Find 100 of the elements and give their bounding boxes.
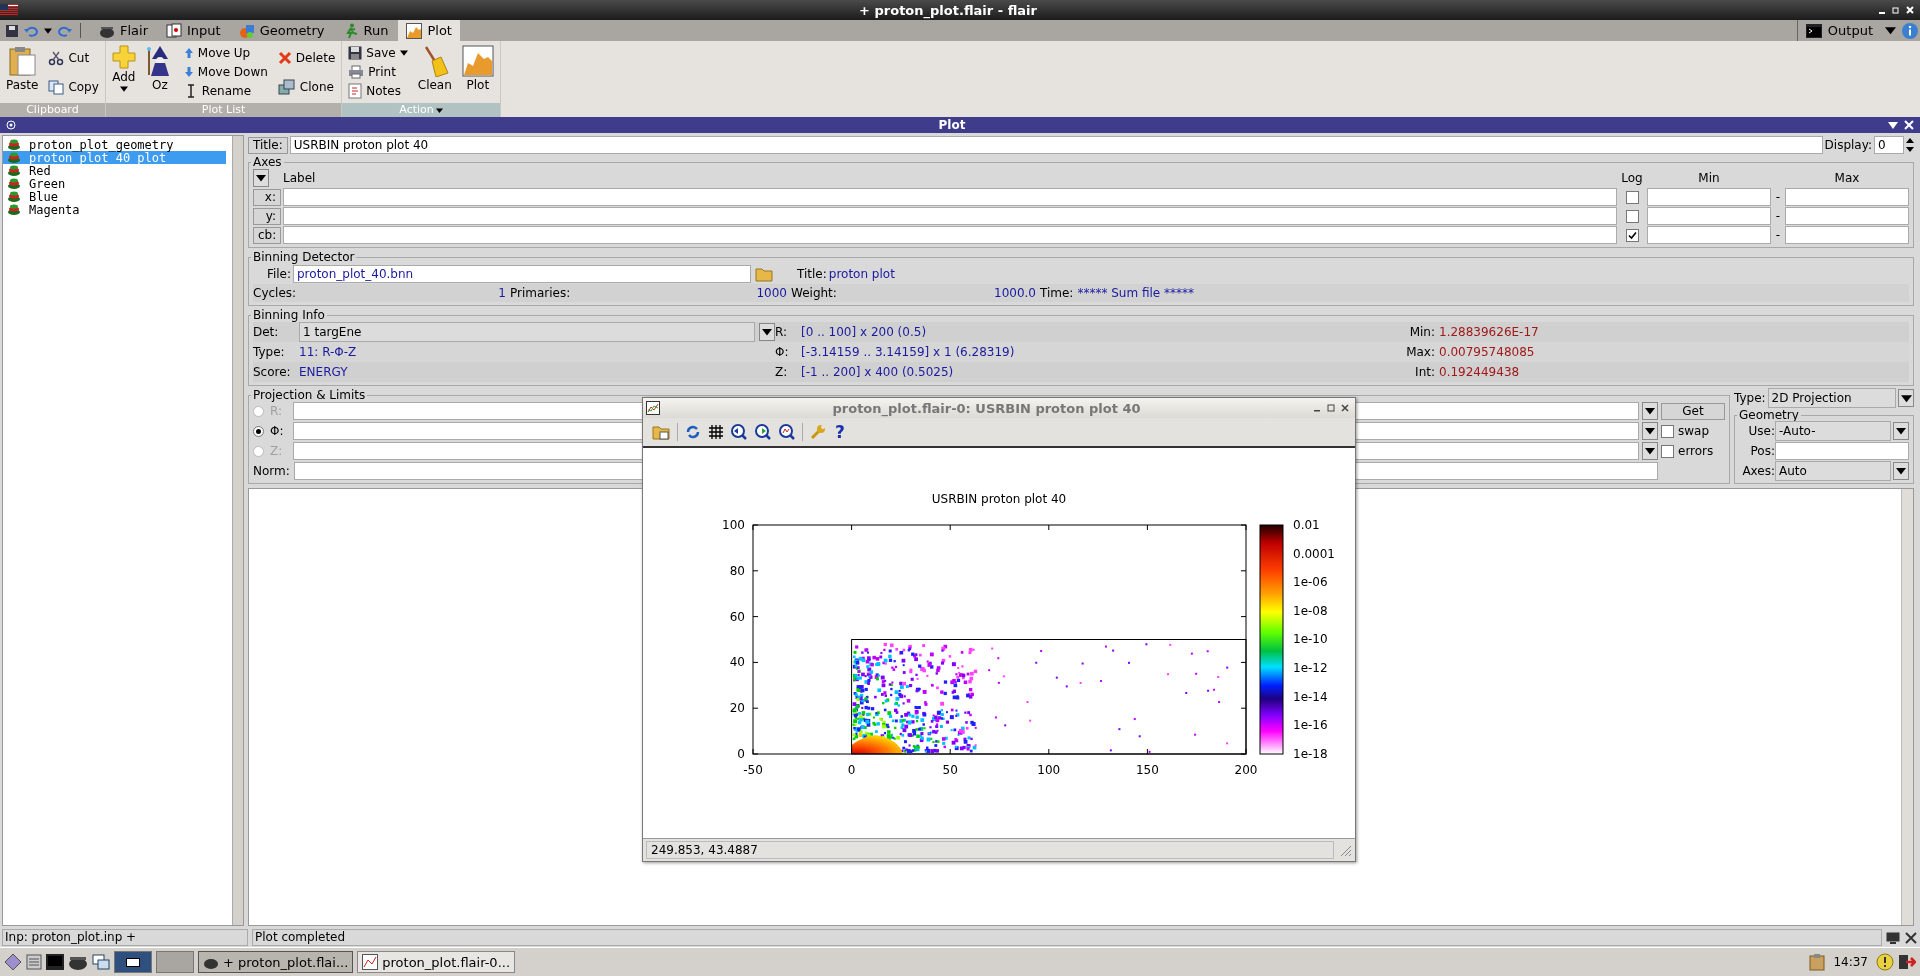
- log-checkbox[interactable]: [1625, 228, 1639, 242]
- diamond-icon[interactable]: [4, 953, 22, 971]
- ribbon-button[interactable]: Save: [346, 43, 410, 63]
- zoom-fit-button[interactable]: [778, 423, 796, 441]
- maximize-icon[interactable]: [1327, 404, 1335, 412]
- axis-label-field[interactable]: [283, 226, 1617, 244]
- plot-list-item[interactable]: proton_plot_geometry: [3, 138, 226, 151]
- spinner-arrows-icon[interactable]: [1906, 137, 1914, 153]
- menu-tab[interactable]: Geometry: [230, 20, 333, 41]
- column-header: Log: [1620, 171, 1644, 185]
- ribbon-button[interactable]: Cut: [46, 48, 101, 67]
- dropdown-button[interactable]: [1642, 422, 1658, 440]
- ribbon-button[interactable]: Notes: [346, 81, 410, 101]
- checkbox-label: errors: [1678, 444, 1714, 458]
- info-button[interactable]: [1900, 20, 1920, 41]
- zoom-in-button[interactable]: [754, 423, 772, 441]
- ribbon-button[interactable]: Delete: [275, 48, 338, 67]
- clone-icon: [277, 78, 296, 95]
- zoom-out-button[interactable]: [730, 423, 748, 441]
- field-label: Norm:: [253, 464, 290, 478]
- help-button[interactable]: ?: [833, 423, 847, 441]
- max-field[interactable]: [1785, 226, 1909, 244]
- window-icon: [126, 957, 140, 967]
- ribbon-button[interactable]: Plot: [459, 43, 496, 103]
- resize-grip-icon[interactable]: [1338, 843, 1352, 857]
- geometry-select[interactable]: -Auto-: [1775, 421, 1891, 441]
- min-field[interactable]: [1647, 226, 1771, 244]
- scrollbar[interactable]: [1901, 489, 1913, 925]
- checkbox[interactable]: [1661, 444, 1674, 458]
- title-label-button[interactable]: Title:: [248, 136, 288, 154]
- dropdown-button[interactable]: [1893, 422, 1909, 440]
- axis-label-field[interactable]: [283, 188, 1617, 206]
- logout-icon[interactable]: [1898, 953, 1916, 971]
- menu-tab[interactable]: Run: [334, 20, 397, 41]
- title-field[interactable]: USRBIN proton plot 40: [289, 136, 1823, 154]
- open-button[interactable]: [651, 423, 671, 441]
- ribbon-button[interactable]: Print: [346, 62, 410, 82]
- dropdown-button[interactable]: [759, 323, 775, 341]
- printer-icon: [348, 65, 365, 79]
- menu-tab[interactable]: Flair: [91, 20, 156, 41]
- display-spinbox[interactable]: 0: [1874, 136, 1904, 154]
- caret-icon: [1900, 392, 1912, 404]
- plot-list-item[interactable]: Magenta: [3, 203, 226, 216]
- max-field[interactable]: [1785, 207, 1909, 225]
- detector-select[interactable]: 1 targEne: [299, 322, 755, 342]
- min-field[interactable]: [1647, 188, 1771, 206]
- axis-label-field[interactable]: [283, 207, 1617, 225]
- warning-icon[interactable]: [1876, 953, 1894, 971]
- dropdown-button[interactable]: [1898, 389, 1914, 407]
- ribbon-button[interactable]: Copy: [46, 77, 101, 96]
- menu-tab[interactable]: Plot: [398, 20, 460, 41]
- ribbon-button[interactable]: Move Down: [181, 62, 270, 82]
- plot-list-item[interactable]: Blue: [3, 190, 226, 203]
- file-field[interactable]: proton_plot_40.bnn: [293, 265, 751, 283]
- position-field[interactable]: [1775, 442, 1909, 460]
- stat-value: 1: [498, 286, 506, 300]
- stack-icon: [7, 165, 21, 176]
- plot-list-item[interactable]: Red: [3, 164, 226, 177]
- ribbon-button[interactable]: Oz: [143, 43, 176, 103]
- ribbon-button[interactable]: Paste: [4, 43, 41, 103]
- axis-button[interactable]: x:: [253, 188, 281, 206]
- min-field[interactable]: [1647, 207, 1771, 225]
- log-checkbox[interactable]: [1625, 209, 1639, 223]
- checkbox[interactable]: [1661, 424, 1674, 438]
- tick-label: 60: [729, 609, 745, 624]
- ribbon-button[interactable]: Clone: [275, 77, 338, 96]
- plot-list-item[interactable]: Green: [3, 177, 226, 190]
- axis-button[interactable]: y:: [253, 207, 281, 225]
- menu-tab[interactable]: Input: [158, 20, 229, 41]
- field-label: Pos:: [1749, 444, 1775, 458]
- dropdown-button[interactable]: [253, 169, 269, 187]
- grid-button[interactable]: [708, 424, 724, 440]
- scrollbar[interactable]: [232, 136, 243, 925]
- dropdown-button[interactable]: [1893, 462, 1909, 480]
- restore-icon[interactable]: [1892, 6, 1900, 14]
- windows-icon[interactable]: [92, 954, 110, 970]
- radio-button[interactable]: [253, 425, 264, 437]
- max-field[interactable]: [1785, 188, 1909, 206]
- log-checkbox[interactable]: [1625, 190, 1639, 204]
- ribbon-button[interactable]: Add: [109, 43, 138, 103]
- axis-button[interactable]: cb:: [253, 226, 281, 244]
- type-select[interactable]: 2D Projection: [1767, 388, 1896, 408]
- dropdown-button[interactable]: [1642, 442, 1658, 460]
- ribbon-button[interactable]: Clean: [415, 43, 454, 103]
- refresh-button[interactable]: [684, 423, 702, 441]
- close-icon[interactable]: [1341, 404, 1349, 412]
- caret-icon: [44, 26, 52, 35]
- task-button[interactable]: proton_plot.flair-0...: [357, 951, 516, 973]
- workspace-button[interactable]: [114, 951, 152, 973]
- get-button[interactable]: Get: [1661, 402, 1725, 420]
- caret-icon[interactable]: [1888, 120, 1898, 130]
- terminal-icon: [1805, 23, 1822, 38]
- ribbon-button[interactable]: Move Up: [181, 43, 270, 63]
- dropdown-button[interactable]: [1642, 402, 1658, 420]
- tick-label: -50: [743, 763, 763, 777]
- ribbon-button[interactable]: Rename: [181, 81, 270, 101]
- geometry-select[interactable]: Auto: [1775, 461, 1891, 481]
- result-value: 0.00795748085: [1439, 345, 1535, 359]
- task-button[interactable]: + proton_plot.flai...: [198, 951, 354, 973]
- floppy-icon: [6, 24, 18, 37]
